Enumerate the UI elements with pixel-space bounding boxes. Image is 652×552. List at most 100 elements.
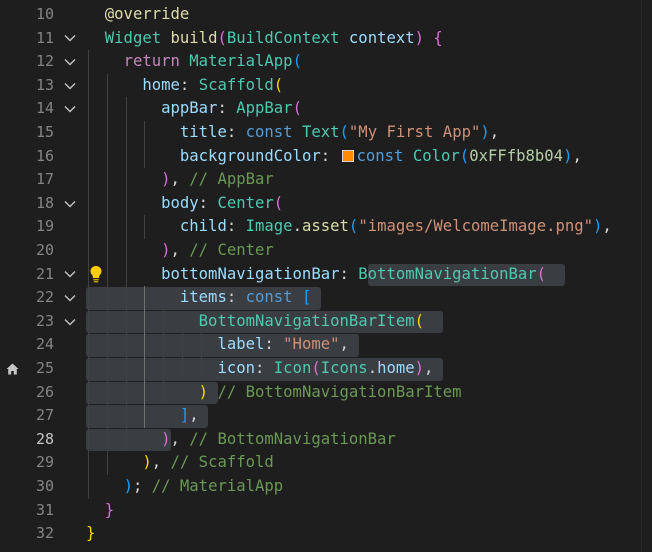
code-text[interactable]: Widget build(BuildContext context) { [86,27,443,51]
code-token: [ [301,288,312,307]
code-editor[interactable]: 10 @override 11 Widget build(BuildContext… [0,0,652,552]
code-text[interactable]: ) // BottomNavigationBarItem [86,381,462,405]
code-token: ( [414,311,424,330]
code-line[interactable]: 23 BottomNavigationBarItem( [0,310,652,334]
code-token: title [179,123,227,141]
code-line[interactable]: 13 home: Scaffold( [0,74,652,98]
line-number: 24 [35,335,54,354]
code-text[interactable]: ), // Scaffold [86,451,274,475]
code-line[interactable]: 24 label: "Home", [0,333,652,357]
code-text[interactable]: @override [86,3,190,27]
code-token: // AppBar [189,170,274,189]
code-token: icon [217,359,255,377]
chevron-down-icon[interactable] [62,50,78,74]
code-line[interactable]: 32} [0,522,652,546]
code-line[interactable]: 29 ), // Scaffold [0,451,652,475]
chevron-down-icon[interactable] [62,97,78,121]
code-line[interactable]: 10 @override [0,3,652,27]
code-line[interactable]: 21 bottomNavigationBar: BottomNavigation… [0,263,652,287]
code-token: backgroundColor [179,146,321,165]
code-token: ( [273,193,284,212]
code-line[interactable]: 30 ); // MaterialApp [0,475,652,499]
code-text[interactable]: backgroundColor: const Color(0xFFfb8b04)… [86,145,582,169]
code-text[interactable]: BottomNavigationBarItem( [86,310,424,334]
code-line[interactable]: 31 } [0,499,652,523]
chevron-down-icon[interactable] [62,286,78,310]
code-token: ( [339,123,349,141]
code-text[interactable]: ), // BottomNavigationBar [86,428,396,452]
chevron-down-icon[interactable] [62,74,78,98]
code-token: MaterialApp [189,52,293,71]
code-token: "images/WelcomeImage.png" [358,217,594,236]
code-line[interactable]: 26 ) // BottomNavigationBarItem [0,381,652,405]
line-number: 17 [35,170,54,189]
code-text[interactable]: ], [86,404,199,428]
line-number: 21 [35,264,54,283]
color-swatch[interactable] [341,149,354,162]
lightbulb-icon[interactable] [88,263,104,287]
code-text[interactable]: home: Scaffold( [86,74,283,98]
chevron-down-icon[interactable] [62,27,78,51]
code-token: . [367,359,378,377]
code-text[interactable]: bottomNavigationBar: BottomNavigationBar… [86,263,546,287]
code-token: AppBar [236,99,293,118]
code-text[interactable]: items: const [ [86,286,311,310]
line-number: 27 [35,406,54,425]
code-line[interactable]: 17 ), // AppBar [0,168,652,192]
code-token: : [264,335,284,354]
code-line[interactable]: 27 ], [0,404,652,428]
chevron-down-icon[interactable] [62,263,78,287]
code-line[interactable]: 19 child: Image.asset("images/WelcomeIma… [0,215,652,239]
code-text[interactable]: return MaterialApp( [86,50,302,74]
chevron-down-icon[interactable] [62,310,78,334]
code-token: ] [179,406,190,425]
code-line[interactable]: 22 items: const [ [0,286,652,310]
code-text[interactable]: ), // AppBar [86,168,274,192]
code-text[interactable]: title: const Text("My First App"), [86,121,499,145]
code-text[interactable]: icon: Icon(Icons.home), [86,357,433,381]
line-number: 28 [35,429,54,448]
code-token: : [226,288,246,307]
code-line[interactable]: 11 Widget build(BuildContext context) { [0,27,652,51]
code-text[interactable]: child: Image.asset("images/WelcomeImage.… [86,215,612,239]
code-text[interactable]: label: "Home", [86,333,348,357]
code-text[interactable]: appBar: AppBar( [86,97,302,121]
code-token: Color [412,146,460,165]
code-line[interactable]: 18 body: Center( [0,192,652,216]
code-text[interactable]: body: Center( [86,192,283,216]
code-line[interactable]: 14 appBar: AppBar( [0,97,652,121]
code-line[interactable]: 28 ), // BottomNavigationBar [0,428,652,452]
editor-scrollbar[interactable] [641,0,652,552]
code-token: // Scaffold [170,453,274,472]
chevron-down-icon[interactable] [62,192,78,216]
code-token: Image [245,217,293,236]
line-number: 25 [35,359,54,377]
code-line[interactable]: 12 return MaterialApp( [0,50,652,74]
code-line[interactable]: 25 icon: Icon(Icons.home), [0,357,652,381]
code-text[interactable]: } [86,522,95,546]
code-line[interactable]: 15 title: const Text("My First App"), [0,121,652,145]
code-line[interactable]: 20 ), // Center [0,239,652,263]
code-token: , [189,406,199,425]
code-text[interactable]: ); // MaterialApp [86,475,284,499]
code-token: ( [311,359,321,377]
code-token: Scaffold [198,75,274,94]
line-number: 15 [35,123,54,141]
code-token: Icon [273,359,312,377]
code-token: home [142,75,180,94]
code-text[interactable]: } [86,499,114,523]
code-text[interactable]: ), // Center [86,239,274,263]
code-line[interactable]: 16 backgroundColor: const Color(0xFFfb8b… [0,145,652,169]
line-number: 18 [35,193,54,212]
line-number: 12 [35,52,54,71]
